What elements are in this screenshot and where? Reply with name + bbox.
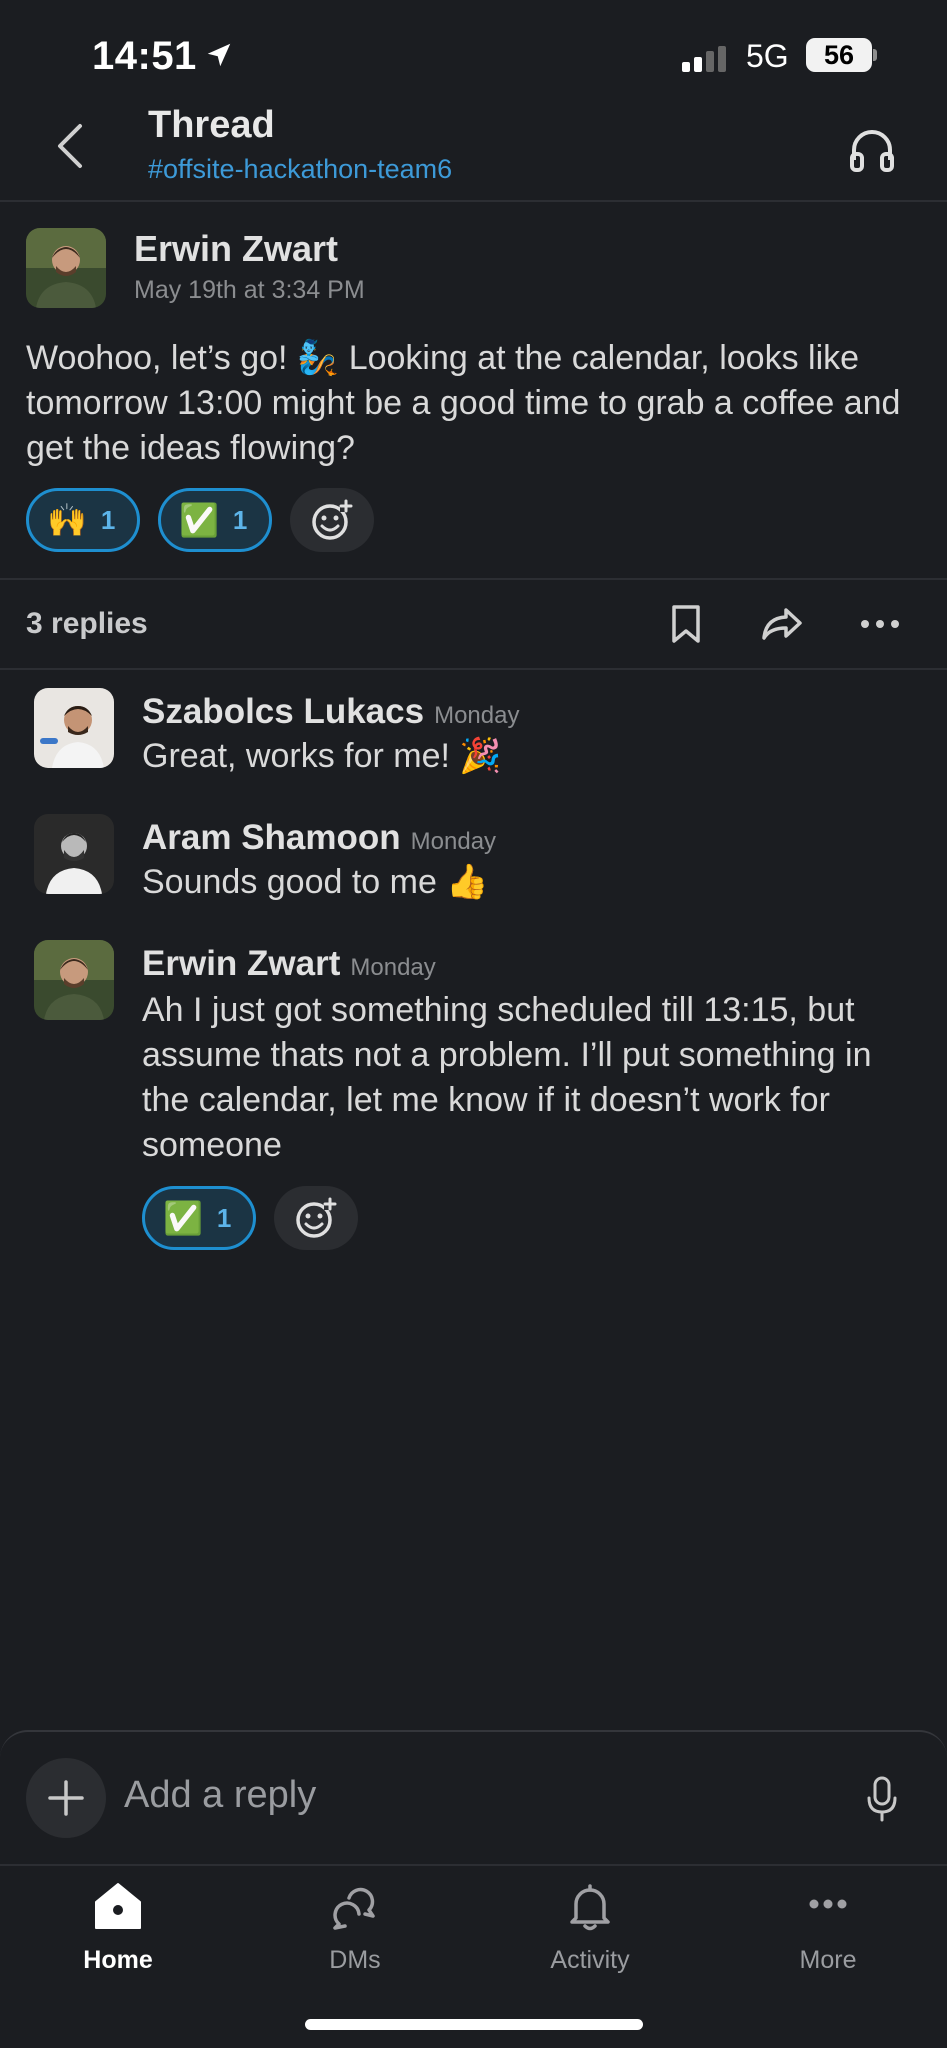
check-emoji: ✅ <box>163 1200 203 1236</box>
headphones-icon[interactable] <box>846 124 898 176</box>
reply-text: Ah I just got something scheduled till 1… <box>142 991 872 1164</box>
home-icon <box>95 1883 141 1929</box>
microphone-icon[interactable] <box>866 1776 898 1822</box>
share-icon[interactable] <box>760 606 804 642</box>
header-divider <box>0 200 947 202</box>
message-author[interactable]: Erwin Zwart <box>134 228 338 270</box>
reply-text: Great, works for me! 🎉 <box>142 737 502 775</box>
more-options-icon[interactable] <box>860 618 900 630</box>
message-text: Woohoo, let’s go! 🧞 Looking at the calen… <box>26 339 901 467</box>
add-reaction-button[interactable] <box>290 488 374 552</box>
location-arrow-icon <box>207 43 231 67</box>
reaction-check[interactable]: ✅ 1 <box>158 488 272 552</box>
home-indicator <box>305 2019 643 2030</box>
battery-indicator: 56 <box>806 38 872 72</box>
reply-time: Monday <box>434 702 520 729</box>
reaction-count: 1 <box>216 1202 232 1233</box>
channel-link[interactable]: #offsite-hackathon-team6 <box>148 154 452 185</box>
more-icon <box>809 1899 847 1909</box>
tab-home[interactable]: Home <box>28 1880 208 1975</box>
reaction-raised-hands[interactable]: 🙌 1 <box>26 488 140 552</box>
avatar[interactable] <box>34 940 114 1020</box>
avatar[interactable] <box>34 688 114 768</box>
tab-label: Activity <box>550 1946 630 1974</box>
tab-activity[interactable]: Activity <box>500 1880 680 1975</box>
reply-author[interactable]: Szabolcs Lukacs <box>142 692 424 731</box>
add-emoji-icon <box>296 1197 337 1238</box>
avatar[interactable] <box>26 228 106 308</box>
add-emoji-icon <box>312 499 353 540</box>
reply-time: Monday <box>410 828 497 855</box>
attach-button[interactable] <box>26 1758 106 1838</box>
reply-author[interactable]: Erwin Zwart <box>142 944 340 983</box>
tab-label: DMs <box>329 1946 381 1974</box>
raised-hands-emoji: 🙌 <box>47 502 87 538</box>
reply-text: Sounds good to me 👍 <box>142 863 489 901</box>
tab-label: More <box>799 1946 857 1974</box>
section-divider <box>0 578 947 580</box>
reaction-count: 1 <box>100 504 116 535</box>
signal-icon <box>682 46 726 72</box>
reaction-count: 1 <box>232 504 248 535</box>
bookmark-icon[interactable] <box>670 604 702 644</box>
tab-label: Home <box>83 1946 153 1974</box>
tab-dms[interactable]: DMs <box>265 1880 445 1975</box>
network-type: 5G <box>746 38 789 74</box>
dms-icon <box>333 1887 375 1930</box>
battery-nub <box>873 49 877 61</box>
message-timestamp: May 19th at 3:34 PM <box>134 276 365 304</box>
add-reaction-button[interactable] <box>274 1186 358 1250</box>
page-title: Thread <box>148 104 275 146</box>
tab-more[interactable]: More <box>738 1880 918 1975</box>
avatar[interactable] <box>34 814 114 894</box>
bell-icon <box>570 1884 610 1931</box>
reaction-check[interactable]: ✅ 1 <box>142 1186 256 1250</box>
replies-count: 3 replies <box>26 607 148 640</box>
check-emoji: ✅ <box>179 502 219 538</box>
back-button[interactable] <box>48 118 96 174</box>
reply-author[interactable]: Aram Shamoon <box>142 818 401 857</box>
reply-input[interactable] <box>124 1774 724 1817</box>
reply-time: Monday <box>350 954 436 981</box>
plus-icon <box>48 1780 84 1816</box>
section-divider <box>0 668 947 670</box>
status-time: 14:51 <box>92 34 197 78</box>
